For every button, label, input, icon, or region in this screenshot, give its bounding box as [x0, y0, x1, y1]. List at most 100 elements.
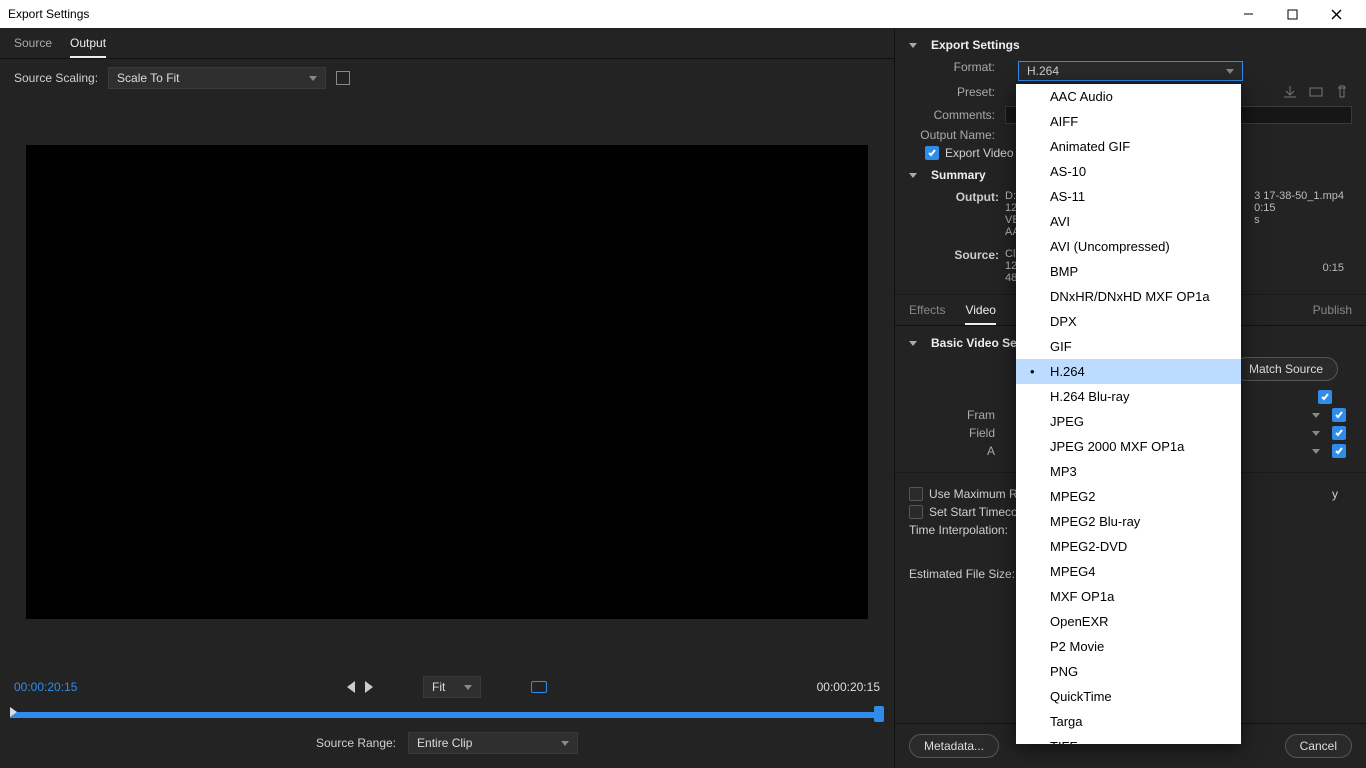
chevron-down-icon — [309, 76, 317, 81]
format-option[interactable]: OpenEXR — [1016, 609, 1241, 634]
output-summary-label: Output: — [909, 190, 1005, 238]
use-max-label: Use Maximum Re — [929, 487, 1024, 501]
format-option[interactable]: Targa — [1016, 709, 1241, 734]
source-range-value: Entire Clip — [417, 736, 472, 750]
unused-icon — [336, 71, 350, 85]
format-option[interactable]: MXF OP1a — [1016, 584, 1241, 609]
tab-video[interactable]: Video — [965, 303, 995, 325]
set-start-label: Set Start Timeco — [929, 505, 1018, 519]
format-label: Format: — [909, 60, 1005, 74]
chevron-down-icon — [464, 685, 472, 690]
comments-label: Comments: — [909, 108, 1005, 122]
format-option[interactable]: AIFF — [1016, 109, 1241, 134]
format-option[interactable]: AS-11 — [1016, 184, 1241, 209]
summary-text: 3 17-38-50_1.mp4 — [1254, 190, 1344, 202]
out-marker-icon[interactable] — [874, 706, 884, 722]
summary-text: s — [1254, 214, 1260, 226]
format-value: H.264 — [1027, 64, 1059, 78]
format-option[interactable]: MPEG2 — [1016, 484, 1241, 509]
format-option[interactable]: Animated GIF — [1016, 134, 1241, 159]
export-settings-heading[interactable]: Export Settings — [909, 38, 1352, 52]
window-title: Export Settings — [8, 7, 89, 21]
cancel-button[interactable]: Cancel — [1285, 734, 1352, 758]
format-option[interactable]: AAC Audio — [1016, 84, 1241, 109]
format-option[interactable]: JPEG — [1016, 409, 1241, 434]
format-option[interactable]: GIF — [1016, 334, 1241, 359]
format-option[interactable]: JPEG 2000 MXF OP1a — [1016, 434, 1241, 459]
in-timecode[interactable]: 00:00:20:15 — [14, 680, 77, 694]
link-checkbox-1[interactable] — [1318, 390, 1332, 404]
tab-publish[interactable]: Publish — [1313, 303, 1352, 325]
titlebar: Export Settings — [0, 0, 1366, 28]
metadata-button[interactable]: Metadata... — [909, 734, 999, 758]
zoom-value: Fit — [432, 680, 445, 694]
source-scaling-select[interactable]: Scale To Fit — [108, 67, 326, 89]
link-checkbox-3[interactable] — [1332, 426, 1346, 440]
source-range-label: Source Range: — [316, 736, 396, 750]
link-checkbox-2[interactable] — [1332, 408, 1346, 422]
delete-preset-icon[interactable] — [1332, 82, 1352, 102]
aspect-label: A — [909, 444, 1005, 458]
zoom-select[interactable]: Fit — [423, 676, 481, 698]
tab-output[interactable]: Output — [70, 36, 106, 58]
summary-text: D: — [1005, 190, 1016, 202]
chevron-down-icon — [1312, 413, 1320, 418]
format-option[interactable]: BMP — [1016, 259, 1241, 284]
format-option[interactable]: DNxHR/DNxHD MXF OP1a — [1016, 284, 1241, 309]
set-start-checkbox[interactable] — [909, 505, 923, 519]
link-checkbox-4[interactable] — [1332, 444, 1346, 458]
format-option[interactable]: P2 Movie — [1016, 634, 1241, 659]
chevron-down-icon — [1312, 431, 1320, 436]
summary-text: 0:15 — [1254, 202, 1275, 214]
left-panel: Source Output Source Scaling: Scale To F… — [0, 28, 894, 768]
use-max-checkbox[interactable] — [909, 487, 923, 501]
minimize-button[interactable] — [1226, 0, 1270, 28]
tab-source[interactable]: Source — [14, 36, 52, 58]
format-option[interactable]: MPEG2-DVD — [1016, 534, 1241, 559]
est-file-label: Estimated File Size: — [909, 567, 1015, 581]
out-timecode: 00:00:20:15 — [817, 680, 880, 694]
maximize-button[interactable] — [1270, 0, 1314, 28]
field-label: Field — [909, 426, 1005, 440]
preview-tabs: Source Output — [0, 28, 894, 59]
format-option[interactable]: MP3 — [1016, 459, 1241, 484]
export-video-label: Export Video — [945, 146, 1014, 160]
chevron-down-icon — [561, 741, 569, 746]
format-option[interactable]: MPEG4 — [1016, 559, 1241, 584]
source-range-select[interactable]: Entire Clip — [408, 732, 578, 754]
preset-label: Preset: — [909, 85, 1005, 99]
chevron-down-icon — [1226, 69, 1234, 74]
format-option[interactable]: MPEG2 Blu-ray — [1016, 509, 1241, 534]
frame-label: Fram — [909, 408, 1005, 422]
video-preview — [26, 145, 868, 619]
output-name-label: Output Name: — [909, 128, 1005, 142]
export-video-checkbox[interactable] — [925, 146, 939, 160]
aspect-icon[interactable] — [531, 681, 547, 693]
source-summary-label: Source: — [909, 248, 1005, 284]
format-option[interactable]: AVI (Uncompressed) — [1016, 234, 1241, 259]
format-dropdown[interactable]: AAC AudioAIFFAnimated GIFAS-10AS-11AVIAV… — [1016, 84, 1241, 744]
format-select[interactable]: H.264 — [1018, 61, 1243, 81]
playhead-icon[interactable] — [10, 707, 17, 717]
timeline-track[interactable] — [10, 712, 884, 718]
format-option[interactable]: PNG — [1016, 659, 1241, 684]
match-source-button[interactable]: Match Source — [1234, 357, 1338, 381]
save-preset-icon[interactable] — [1306, 82, 1326, 102]
import-preset-icon[interactable] — [1280, 82, 1300, 102]
source-scaling-value: Scale To Fit — [117, 71, 179, 85]
format-option[interactable]: H.264 — [1016, 359, 1241, 384]
format-option[interactable]: H.264 Blu-ray — [1016, 384, 1241, 409]
chevron-down-icon — [1312, 449, 1320, 454]
prev-frame-icon[interactable] — [347, 681, 355, 693]
format-option[interactable]: AVI — [1016, 209, 1241, 234]
format-option[interactable]: TIFF — [1016, 734, 1241, 744]
next-frame-icon[interactable] — [365, 681, 373, 693]
format-option[interactable]: AS-10 — [1016, 159, 1241, 184]
close-button[interactable] — [1314, 0, 1358, 28]
format-option[interactable]: DPX — [1016, 309, 1241, 334]
tab-effects[interactable]: Effects — [909, 303, 945, 325]
format-option[interactable]: QuickTime — [1016, 684, 1241, 709]
source-scaling-label: Source Scaling: — [14, 71, 98, 85]
qual-frag: y — [1332, 487, 1352, 501]
summary-text: 0:15 — [1323, 262, 1344, 274]
